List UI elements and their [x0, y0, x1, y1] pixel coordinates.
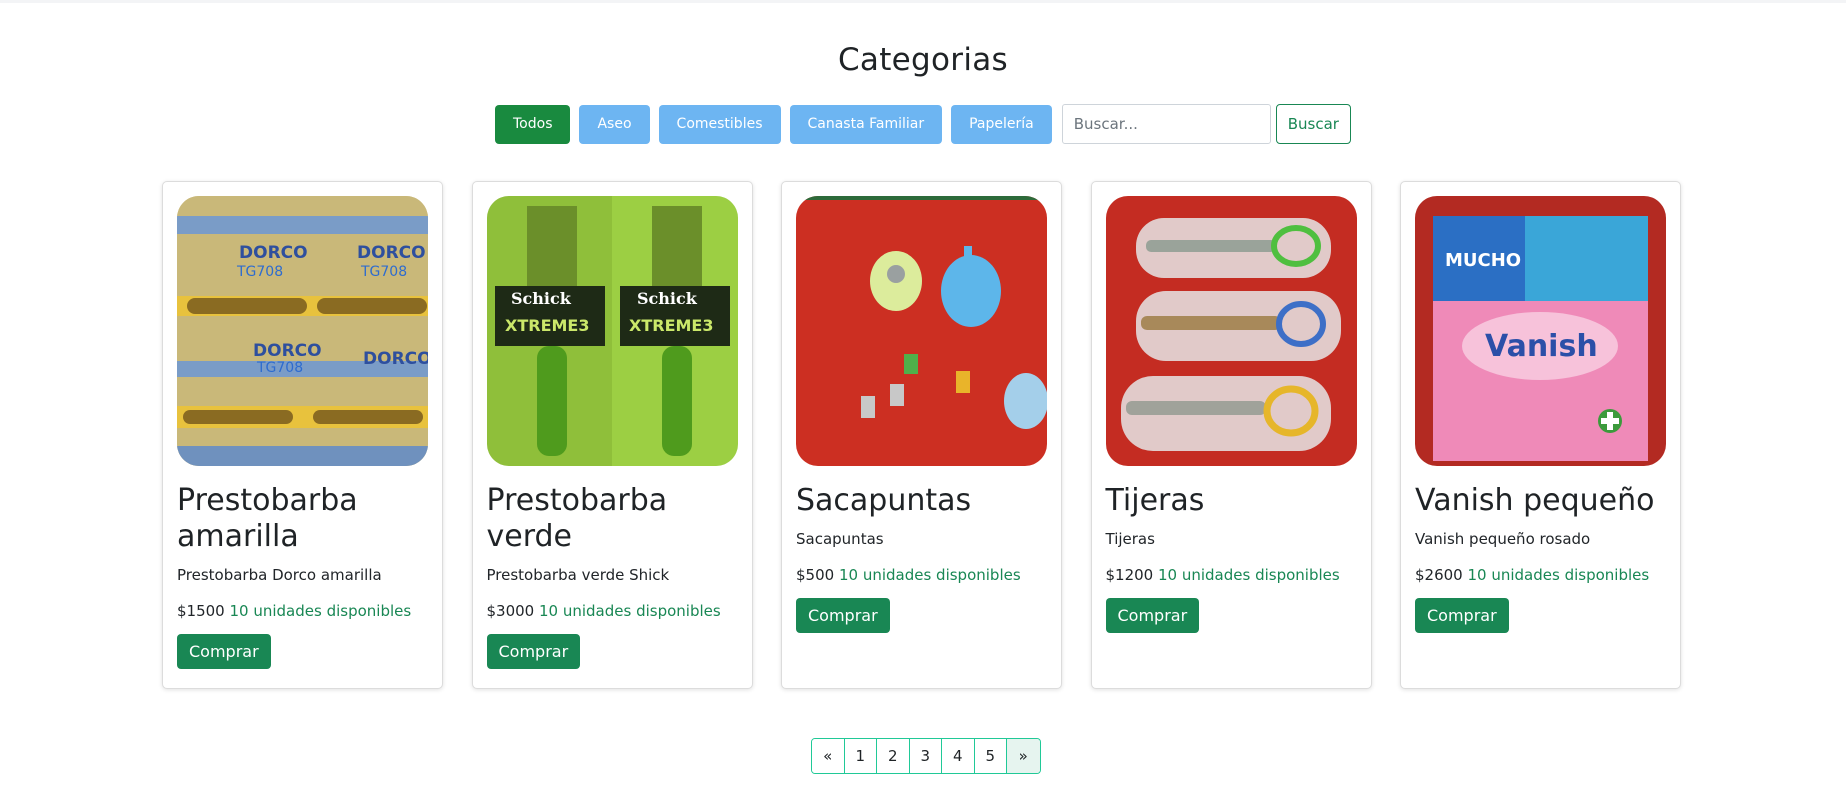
product-stock: 10 unidades disponibles: [229, 602, 412, 620]
product-description: Prestobarba Dorco amarilla: [177, 566, 382, 584]
search-input[interactable]: [1061, 104, 1271, 144]
top-border: [0, 0, 1846, 3]
product-stock: 10 unidades disponibles: [838, 566, 1021, 584]
product-image-dorco: DORCO TG708 DORCO TG708 DORCO TG708 DORC…: [177, 196, 428, 466]
product-price-line: $1200 10 unidades disponibles: [1106, 565, 1357, 585]
page-title: Categorias: [837, 42, 1009, 78]
svg-text:Schick: Schick: [637, 289, 698, 308]
svg-text:XTREME3: XTREME3: [629, 316, 713, 335]
svg-text:TG708: TG708: [236, 264, 283, 280]
buy-button[interactable]: Comprar: [177, 634, 271, 669]
product-card: Schick Schick XTREME3 XTREME3 Prestobarb…: [471, 181, 753, 689]
pagination-page-2[interactable]: 2: [877, 739, 910, 773]
product-grid: DORCO TG708 DORCO TG708 DORCO TG708 DORC…: [162, 181, 1681, 689]
product-stock: 10 unidades disponibles: [1467, 566, 1650, 584]
pagination-prev-button[interactable]: «: [812, 739, 845, 773]
svg-text:DORCO: DORCO: [253, 341, 322, 361]
product-stock: 10 unidades disponibles: [539, 602, 721, 620]
pagination: « 1 2 3 4 5 »: [811, 738, 1041, 774]
product-price: $1200: [1105, 566, 1154, 584]
product-stock: 10 unidades disponibles: [1158, 566, 1340, 584]
product-price-line: $1500 10 unidades disponibles: [177, 601, 428, 621]
svg-text:XTREME3: XTREME3: [505, 316, 589, 335]
search-button[interactable]: Buscar: [1275, 104, 1351, 144]
svg-text:DORCO: DORCO: [239, 243, 308, 263]
product-price: $2600: [1415, 566, 1463, 584]
product-title: Vanish pequeño: [1415, 483, 1655, 518]
buy-button[interactable]: Comprar: [486, 634, 581, 669]
product-image-schick: Schick Schick XTREME3 XTREME3: [486, 196, 738, 466]
product-image-tijeras: [1105, 196, 1357, 466]
product-card: Tijeras Tijeras $1200 10 unidades dispon…: [1090, 181, 1372, 689]
product-title: Tijeras: [1105, 483, 1205, 518]
svg-text:TG708: TG708: [360, 264, 407, 280]
filter-canasta-familiar-button[interactable]: Canasta Familiar: [789, 104, 943, 144]
buy-button[interactable]: Comprar: [1415, 598, 1509, 633]
product-price-line: $3000 10 unidades disponibles: [487, 601, 738, 621]
product-description: Prestobarba verde Shick: [486, 566, 670, 584]
product-price: $1500: [177, 602, 225, 620]
product-price: $3000: [486, 602, 535, 620]
product-price-line: $2600 10 unidades disponibles: [1415, 565, 1666, 585]
pagination-page-4[interactable]: 4: [942, 739, 975, 773]
pagination-page-1[interactable]: 1: [844, 739, 877, 773]
product-card: Sacapuntas Sacapuntas $500 10 unidades d…: [781, 181, 1062, 689]
product-price-line: $500 10 unidades disponibles: [796, 565, 1047, 585]
product-price: $500: [796, 566, 835, 584]
pagination-next-button[interactable]: »: [1007, 739, 1040, 773]
product-image-vanish: Vanish MUCHO: [1415, 196, 1666, 466]
svg-text:DORCO: DORCO: [363, 349, 428, 369]
pagination-page-5[interactable]: 5: [974, 739, 1007, 773]
svg-text:DORCO: DORCO: [357, 243, 426, 263]
svg-text:Vanish: Vanish: [1485, 329, 1598, 364]
filter-comestibles-button[interactable]: Comestibles: [658, 104, 781, 144]
product-description: Vanish pequeño rosado: [1415, 530, 1591, 548]
buy-button[interactable]: Comprar: [796, 598, 890, 633]
pagination-page-3[interactable]: 3: [909, 739, 942, 773]
product-title: Prestobarba amarilla: [177, 483, 358, 554]
product-image-sacapuntas: [796, 196, 1047, 466]
product-description: Tijeras: [1105, 530, 1155, 548]
product-title: Prestobarba verde: [486, 483, 668, 554]
category-filters: Todos Aseo Comestibles Canasta Familiar …: [495, 104, 1351, 144]
product-description: Sacapuntas: [796, 530, 884, 548]
product-card: Vanish MUCHO Vanish pequeño Vanish peque…: [1400, 181, 1681, 689]
filter-aseo-button[interactable]: Aseo: [579, 104, 650, 144]
filter-todos-button[interactable]: Todos: [495, 104, 571, 144]
product-card: DORCO TG708 DORCO TG708 DORCO TG708 DORC…: [162, 181, 443, 689]
product-title: Sacapuntas: [796, 483, 972, 518]
svg-text:MUCHO: MUCHO: [1445, 250, 1521, 271]
filter-papeleria-button[interactable]: Papelería: [951, 104, 1052, 144]
svg-text:TG708: TG708: [256, 360, 303, 376]
buy-button[interactable]: Comprar: [1105, 598, 1200, 633]
svg-text:Schick: Schick: [511, 289, 572, 308]
